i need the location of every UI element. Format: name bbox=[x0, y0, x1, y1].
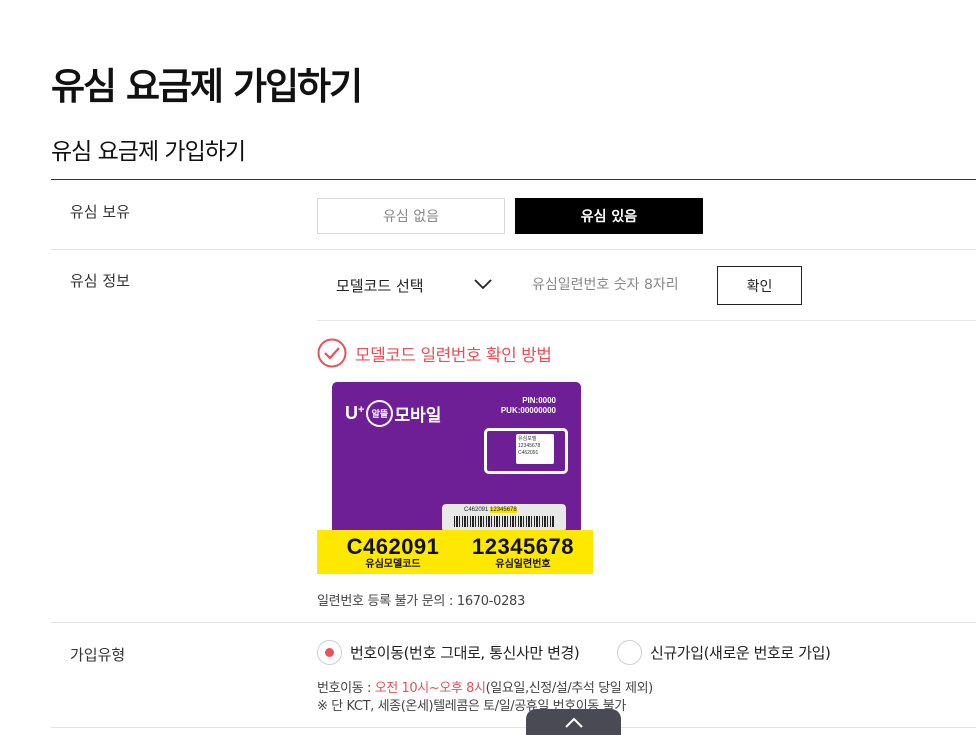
serial-inquiry-text: 일련번호 등록 불가 문의 : 1670-0283 bbox=[317, 594, 526, 609]
confirm-button[interactable]: 확인 bbox=[717, 266, 802, 305]
page-title: 유심 요금제 가입하기 bbox=[51, 65, 363, 108]
serial-number-caption: 유심일련번호 bbox=[495, 559, 551, 570]
section-title: 유심 요금제 가입하기 bbox=[51, 139, 246, 165]
model-code-select-value: 모델코드 선택 bbox=[336, 276, 424, 295]
sim-barcode: C462091 12345678 bbox=[442, 504, 566, 532]
usim-serial-input[interactable] bbox=[518, 266, 708, 304]
serial-number-value: 12345678 bbox=[472, 534, 574, 559]
radio-new-signup[interactable]: 신규가입(새로운 번호로 가입) bbox=[617, 640, 831, 665]
check-circle-icon bbox=[317, 338, 347, 368]
model-code-select[interactable]: 모델코드 선택 bbox=[317, 266, 503, 304]
radio-number-port[interactable]: 번호이동(번호 그대로, 통신사만 변경) bbox=[317, 640, 580, 665]
sim-brand-logo: U + 알뜰 모바일 bbox=[345, 400, 441, 427]
no-usim-button[interactable]: 유심 없음 bbox=[317, 198, 505, 234]
have-usim-button[interactable]: 유심 있음 bbox=[515, 198, 703, 234]
radio-selected-icon bbox=[317, 640, 342, 665]
number-port-hours: 오전 10시~오후 8시 bbox=[374, 681, 486, 696]
sim-code-band: C462091 유심모델코드 12345678 유심일련번호 bbox=[317, 530, 593, 574]
sim-chip-label: 유심모델 12345678 C462091 bbox=[516, 434, 554, 464]
model-code-howto-link[interactable]: 모델코드 일련번호 확인 방법 bbox=[317, 338, 552, 368]
usim-info-label: 유심 정보 bbox=[70, 272, 130, 290]
radio-number-port-label: 번호이동(번호 그대로, 통신사만 변경) bbox=[350, 644, 580, 662]
section-divider bbox=[51, 179, 976, 180]
sim-pin-puk: PIN:0000 PUK:00000000 bbox=[500, 396, 556, 415]
radio-unselected-icon bbox=[617, 640, 642, 665]
chevron-down-icon bbox=[474, 279, 492, 290]
howto-label: 모델코드 일련번호 확인 방법 bbox=[355, 345, 552, 366]
inner-divider bbox=[317, 320, 976, 321]
chevron-up-icon bbox=[565, 717, 583, 728]
model-code-value: C462091 bbox=[346, 534, 440, 559]
row-divider bbox=[51, 249, 976, 250]
scroll-to-top-button[interactable] bbox=[526, 709, 621, 735]
number-port-hours-note: 번호이동 : 오전 10시~오후 8시(일요일,신정/설/추석 당일 제외) bbox=[317, 681, 653, 696]
row-divider bbox=[51, 727, 976, 728]
join-type-label: 가입유형 bbox=[70, 646, 126, 664]
row-divider bbox=[51, 622, 976, 623]
radio-new-signup-label: 신규가입(새로운 번호로 가입) bbox=[650, 644, 831, 662]
usim-ownership-label: 유심 보유 bbox=[70, 203, 130, 221]
sim-card-image: U + 알뜰 모바일 PIN:0000 PUK:00000000 유심모델 12345… bbox=[332, 382, 581, 534]
model-code-caption: 유심모델코드 bbox=[365, 559, 421, 570]
